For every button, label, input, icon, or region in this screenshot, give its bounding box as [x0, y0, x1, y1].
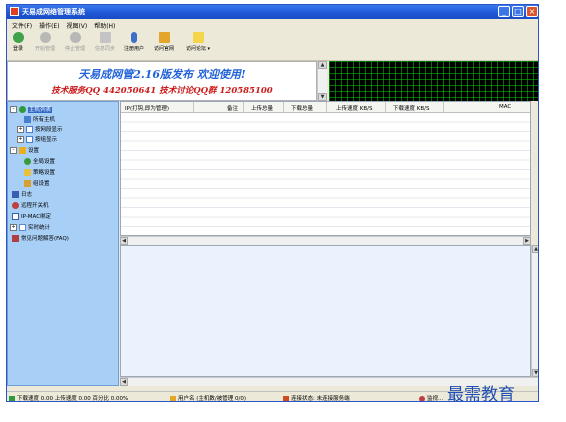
bind-icon: [12, 212, 19, 220]
maximize-button[interactable]: □: [512, 6, 524, 17]
stop-manage-button[interactable]: 停止管理: [61, 32, 89, 58]
banner-scrollbar[interactable]: ▲ ▼: [317, 61, 327, 101]
status-speeds: 下载速度 0.00 上传速度 0.00 百分比 0.00%: [9, 394, 128, 401]
banner-headline: 天易成网管2.16版发布 欢迎使用!: [78, 68, 246, 81]
column-download-total[interactable]: 下载总量: [291, 104, 313, 112]
scroll-left-icon[interactable]: ◀: [120, 237, 128, 245]
scroll-down-icon[interactable]: ▼: [318, 93, 327, 101]
scroll-left-icon[interactable]: ◀: [120, 378, 128, 386]
tree-item-group-settings[interactable]: 组设置: [24, 179, 50, 188]
home-icon: [158, 32, 170, 43]
settings-folder-icon: [19, 146, 26, 154]
column-upload-speed[interactable]: 上传速度 KB/S: [336, 104, 372, 112]
tree-item-host-list[interactable]: - 主机列表: [10, 105, 53, 114]
visit-site-button[interactable]: 访问官网: [150, 32, 178, 58]
column-note[interactable]: 备注: [227, 104, 238, 112]
tree-item-global-settings[interactable]: 全局设置: [24, 157, 55, 166]
table-header: IP(打钩,即为管理) 备注 上传总量 下载总量 上传速度 KB/S 下载速度 …: [121, 102, 530, 113]
status-user: 用户名 (主机数/被管理 0/0): [170, 394, 246, 401]
scroll-up-icon[interactable]: ▲: [318, 61, 327, 69]
warning-icon: [283, 395, 289, 401]
group-settings-icon: [24, 179, 31, 187]
scroll-up-icon[interactable]: ▲: [532, 245, 538, 253]
table-horizontal-scrollbar[interactable]: ◀ ▶: [120, 236, 531, 245]
group-icon: [26, 135, 33, 143]
expand-icon[interactable]: +: [17, 125, 24, 133]
title-bar[interactable]: 天易成网络管理系统 _ □ ×: [7, 5, 538, 19]
tree-item-by-segment[interactable]: + 按网段显示: [17, 125, 63, 134]
app-icon: [10, 7, 19, 16]
sync-info-button[interactable]: 信息同步: [91, 32, 119, 58]
collapse-icon[interactable]: -: [10, 146, 17, 154]
user-icon: [131, 32, 137, 43]
tree-item-faq[interactable]: 常见问题解答(FAQ): [12, 234, 69, 243]
host-table: IP(打钩,即为管理) 备注 上传总量 下载总量 上传速度 KB/S 下载速度 …: [120, 101, 531, 236]
expand-icon[interactable]: +: [17, 135, 24, 143]
menu-operate[interactable]: 操作(E): [39, 21, 59, 30]
close-button[interactable]: ×: [526, 6, 538, 17]
stop-icon: [69, 32, 81, 43]
column-download-speed[interactable]: 下载速度 KB/S: [393, 104, 429, 112]
navigation-tree: - 主机列表 所有主机 + 按网段显示 + 按组显示 - 设置 全局设置 策略设置 组设…: [7, 101, 119, 386]
expand-icon[interactable]: +: [10, 223, 17, 231]
banner-contact: 技术服务QQ 442050641 技术讨论QQ群 120585100: [51, 86, 273, 96]
minimize-button[interactable]: _: [498, 6, 510, 17]
column-ip[interactable]: IP(打钩,即为管理): [125, 104, 169, 112]
traffic-graph: [329, 61, 538, 101]
arrow-down-icon: [9, 395, 15, 401]
computer-icon: [24, 115, 31, 123]
log-icon: [12, 190, 19, 198]
announcement-banner: 天易成网管2.16版发布 欢迎使用! 技术服务QQ 442050641 技术讨论…: [7, 61, 317, 101]
scroll-right-icon[interactable]: ▶: [523, 237, 531, 245]
monitor-icon: [419, 395, 425, 401]
menu-help[interactable]: 帮助(H): [94, 21, 115, 30]
policy-icon: [24, 168, 31, 176]
status-connection: 连接状态: 未连接服务端: [283, 394, 350, 401]
faq-icon: [12, 234, 19, 242]
register-user-button[interactable]: 注册用户: [120, 32, 148, 58]
tree-item-by-group[interactable]: + 按组显示: [17, 135, 57, 144]
scroll-down-icon[interactable]: ▼: [532, 369, 538, 377]
toolbar: 登录 开始管理 停止管理 信息同步 注册用户 访问官网 访问论坛 ▾: [7, 30, 538, 61]
menu-bar: 文件(F) 操作(E) 视图(V) 帮助(H): [7, 19, 538, 30]
user-status-icon: [170, 395, 176, 401]
tree-item-policy-settings[interactable]: 策略设置: [24, 168, 55, 177]
sync-icon: [99, 32, 111, 43]
main-window: 天易成网络管理系统 _ □ × 文件(F) 操作(E) 视图(V) 帮助(H) …: [6, 4, 539, 402]
visit-forum-button[interactable]: 访问论坛 ▾: [181, 32, 215, 58]
start-manage-button[interactable]: 开始管理: [31, 32, 59, 58]
login-icon: [12, 32, 24, 43]
column-mac[interactable]: MAC: [499, 104, 511, 110]
power-icon: [12, 201, 19, 209]
column-upload-total[interactable]: 上传总量: [251, 104, 273, 112]
tree-item-log[interactable]: 日志: [12, 190, 32, 199]
hosts-icon: [19, 105, 26, 113]
tree-item-ip-mac-bind[interactable]: IP-MAC绑定: [12, 212, 51, 221]
tree-item-realtime-stats[interactable]: + 实时统计: [10, 223, 50, 232]
login-button[interactable]: 登录: [9, 32, 27, 58]
stats-icon: [19, 223, 26, 231]
tree-item-all-hosts[interactable]: 所有主机: [24, 115, 55, 124]
detail-scrollbar[interactable]: ▲ ▼: [531, 245, 538, 377]
collapse-icon[interactable]: -: [10, 105, 17, 113]
tree-item-remote-power[interactable]: 远程开关机: [12, 201, 49, 210]
menu-file[interactable]: 文件(F): [12, 21, 32, 30]
global-settings-icon: [24, 157, 31, 165]
forum-icon: [192, 32, 204, 43]
status-monitor: 监视...: [419, 394, 443, 401]
detail-panel: [120, 245, 531, 377]
window-title: 天易成网络管理系统: [22, 8, 85, 16]
tree-item-settings[interactable]: - 设置: [10, 146, 39, 155]
menu-view[interactable]: 视图(V): [66, 21, 87, 30]
watermark: 最需教育: [447, 385, 515, 405]
segment-icon: [26, 125, 33, 133]
start-icon: [39, 32, 51, 43]
